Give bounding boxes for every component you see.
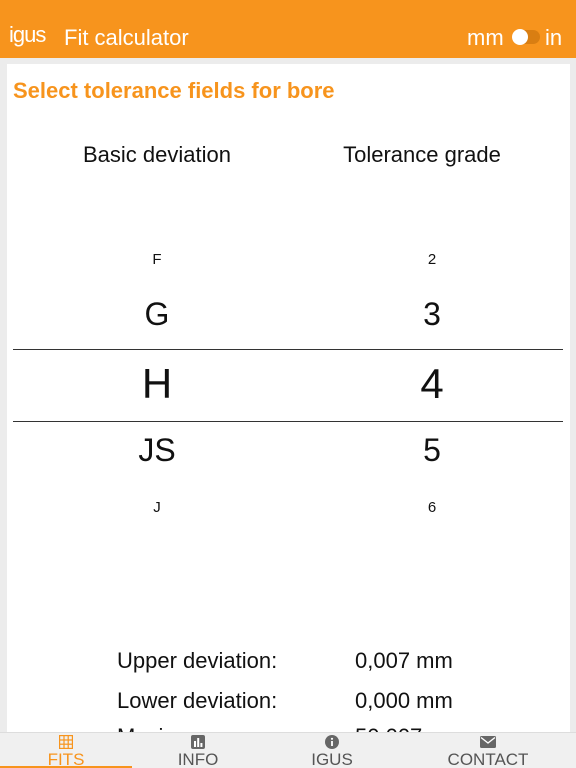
upper-deviation-value: 0,007 mm [355, 648, 453, 673]
selection-divider-top [13, 349, 563, 350]
section-title: Select tolerance fields for bore [13, 78, 335, 103]
picker-option[interactable]: F [97, 251, 217, 268]
unit-label-mm: mm [467, 25, 504, 50]
app-title: Fit calculator [64, 25, 189, 50]
unit-toggle[interactable] [512, 29, 540, 45]
maximum-label: Maximum [117, 724, 212, 732]
picker-option[interactable]: J [97, 499, 217, 516]
picker-option[interactable]: 6 [372, 499, 492, 516]
fit-card: Select tolerance fields for bore Basic d… [7, 64, 570, 732]
tolerance-grade-header: Tolerance grade [343, 142, 501, 167]
picker-option[interactable]: 2 [372, 251, 492, 268]
picker-option-selected[interactable]: 4 [372, 360, 492, 408]
tab-info[interactable]: INFO [132, 733, 264, 768]
unit-label-in: in [545, 25, 563, 50]
tab-contact[interactable]: CONTACT [400, 733, 576, 768]
tab-label: INFO [177, 750, 219, 768]
tab-igus[interactable]: IGUS [264, 733, 400, 768]
maximum-value: 50,007 mm [355, 724, 465, 732]
unit-toggle-knob [512, 29, 528, 45]
picker-option[interactable]: 5 [372, 432, 492, 469]
tab-bar: FITS INFO IGUS CONTACT [0, 732, 576, 768]
basic-deviation-header: Basic deviation [83, 142, 231, 167]
lower-deviation-label: Lower deviation: [117, 688, 278, 713]
picker-option[interactable]: JS [97, 432, 217, 469]
lower-deviation-value: 0,000 mm [355, 688, 453, 713]
picker-option-selected[interactable]: H [97, 360, 217, 408]
tab-label: CONTACT [447, 750, 529, 768]
picker-option[interactable]: G [97, 296, 217, 333]
app-header: igus Fit calculator mm in [0, 0, 576, 58]
selection-divider-bottom [13, 421, 563, 422]
tab-fits[interactable]: FITS [0, 733, 132, 768]
picker-option[interactable]: 3 [372, 296, 492, 333]
upper-deviation-label: Upper deviation: [117, 648, 278, 673]
tab-label: IGUS [311, 750, 353, 768]
igus-logo: igus [9, 22, 46, 47]
